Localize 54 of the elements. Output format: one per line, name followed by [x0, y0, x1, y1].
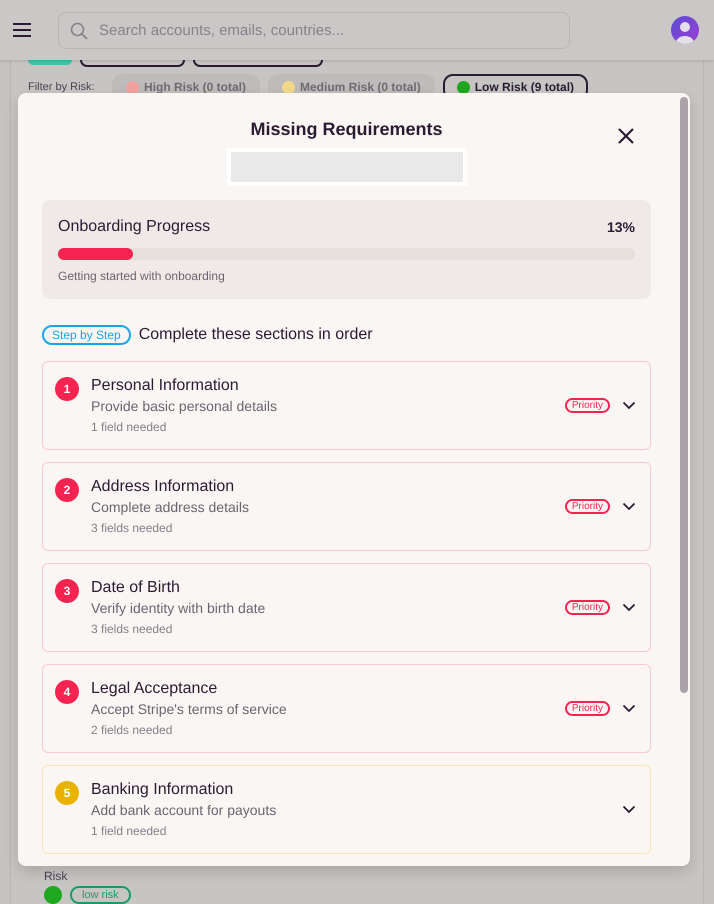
section-card[interactable]: 2 Address Information Complete address details 3 fields needed Priority [42, 462, 651, 551]
filter-chip[interactable] [193, 60, 323, 67]
section-title: Personal Information [91, 377, 240, 395]
avatar-icon[interactable] [671, 16, 699, 44]
step-number: 3 [55, 579, 79, 603]
fields-needed: 3 fields needed [91, 521, 174, 535]
priority-badge: Priority [564, 398, 610, 413]
chevron-down-icon[interactable] [622, 401, 636, 410]
priority-badge: Priority [564, 701, 610, 716]
search-field[interactable]: Search accounts, emails, countries... [58, 12, 570, 48]
section-title: Address Information [91, 478, 236, 496]
risk-label: Risk [44, 869, 68, 883]
section-title: Date of Birth [91, 579, 181, 597]
step-badge: Step by Step [42, 325, 131, 345]
menu-icon[interactable] [12, 22, 32, 38]
chevron-down-icon[interactable] [622, 805, 636, 814]
section-card[interactable]: 3 Date of Birth Verify identity with birth date 3 fields needed Priority [42, 563, 651, 652]
progress-percent: 13% [606, 219, 635, 235]
dialog-title: Missing Requirements [250, 119, 443, 140]
section-description: Complete address details [91, 499, 250, 515]
status-dot-icon [44, 886, 62, 904]
chip-label: High Risk (0 total) [144, 80, 246, 94]
scrollbar-thumb[interactable] [680, 97, 688, 693]
chevron-down-icon[interactable] [622, 704, 636, 713]
section-description: Provide basic personal details [91, 398, 278, 414]
chevron-down-icon[interactable] [622, 603, 636, 612]
section-title: Legal Acceptance [91, 680, 218, 698]
section-description: Add bank account for payouts [91, 802, 278, 818]
step-number: 2 [55, 478, 79, 502]
priority-badge: Priority [564, 499, 610, 514]
progress-title: Onboarding Progress [58, 218, 210, 236]
priority-badge: Priority [564, 600, 610, 615]
filter-chip[interactable] [80, 60, 185, 67]
filter-label: Filter by Risk: [28, 81, 96, 93]
progress-caption: Getting started with onboarding [58, 269, 226, 283]
chip-label: Low Risk (9 total) [474, 80, 574, 94]
fields-needed: 2 fields needed [91, 723, 174, 737]
step-number: 4 [55, 680, 79, 704]
chevron-down-icon[interactable] [622, 502, 636, 511]
section-card[interactable]: 1 Personal Information Provide basic personal details 1 field needed Priority [42, 361, 651, 450]
section-card[interactable]: 4 Legal Acceptance Accept Stripe's terms of service 2 fields needed Priority [42, 664, 651, 753]
instruction-text: Complete these sections in order [138, 326, 373, 344]
step-number: 1 [55, 377, 79, 401]
section-title: Banking Information [91, 781, 234, 799]
fields-needed: 3 fields needed [91, 622, 174, 636]
chip-label: Medium Risk (0 total) [300, 80, 421, 94]
fields-needed: 1 field needed [91, 420, 168, 434]
fields-needed: 1 field needed [91, 824, 168, 838]
search-icon [70, 22, 88, 40]
section-card[interactable]: 5 Banking Information Add bank account for payouts 1 field needed [42, 765, 651, 854]
risk-badge: low risk [70, 886, 131, 904]
section-description: Accept Stripe's terms of service [91, 701, 288, 717]
step-number: 5 [55, 781, 79, 805]
section-description: Verify identity with birth date [91, 600, 266, 616]
